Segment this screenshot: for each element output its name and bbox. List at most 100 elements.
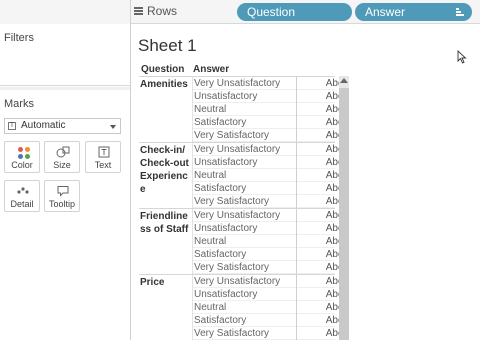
size-button-label: Size <box>53 160 71 170</box>
cell-divider <box>296 275 297 288</box>
cell-divider <box>296 222 297 235</box>
row-header[interactable]: Amenities <box>140 78 192 91</box>
row-header[interactable]: Check-in/Check-out Experience <box>140 144 192 196</box>
question-pill[interactable]: Question <box>237 3 352 21</box>
row-header[interactable]: Friendliness of Staff <box>140 210 192 236</box>
cell-divider <box>296 235 297 248</box>
table-group-check-in: Check-in/Check-out Experience Very Unsat… <box>139 142 343 208</box>
answer-cell: Unsatisfactory <box>194 289 258 300</box>
rows-shelf-label: Rows <box>134 4 177 18</box>
filters-title: Filters <box>4 32 34 44</box>
answer-cell: Very Unsatisfactory <box>194 78 281 89</box>
mark-type-dropdown[interactable]: T Automatic <box>4 118 121 134</box>
cell-divider <box>296 301 297 314</box>
row-header[interactable]: Price <box>140 276 192 289</box>
rows-label-text: Rows <box>147 4 178 18</box>
detail-button[interactable]: Detail <box>4 180 40 212</box>
question-column-header[interactable]: Question <box>141 64 184 75</box>
table-row[interactable]: Very Satisfactory Abc <box>193 129 343 142</box>
size-button[interactable]: Size <box>44 141 80 173</box>
table-row[interactable]: Very Satisfactory Abc <box>193 195 343 208</box>
table-row[interactable]: Satisfactory Abc <box>193 182 343 195</box>
color-button[interactable]: Color <box>4 141 40 173</box>
table-row[interactable]: Unsatisfactory Abc <box>193 288 343 301</box>
cell-divider <box>296 261 297 274</box>
answer-cell: Satisfactory <box>194 315 247 326</box>
detail-button-label: Detail <box>10 199 34 209</box>
scrollbar-thumb[interactable] <box>339 88 349 340</box>
table-row[interactable]: Very Unsatisfactory Abc <box>193 275 343 288</box>
cell-divider <box>296 77 297 90</box>
mark-type-value: Automatic <box>21 120 66 131</box>
rows-icon <box>134 7 143 15</box>
table-row[interactable]: Neutral Abc <box>193 235 343 248</box>
marks-title: Marks <box>4 98 34 110</box>
cell-divider <box>296 116 297 129</box>
answer-cell: Unsatisfactory <box>194 91 258 102</box>
answer-column-header[interactable]: Answer <box>193 64 229 75</box>
sort-icon[interactable] <box>456 8 464 16</box>
table-group-price: Price Very Unsatisfactory Abc Unsatisfact… <box>139 274 343 340</box>
answer-cell: Satisfactory <box>194 117 247 128</box>
answer-cell: Very Unsatisfactory <box>194 276 281 287</box>
answer-cell: Very Satisfactory <box>194 196 270 207</box>
table-group-amenities: Amenities Very Unsatisfactory Abc Unsatis… <box>139 76 343 142</box>
tooltip-button-label: Tooltip <box>48 199 75 209</box>
mouse-cursor-icon <box>457 50 467 64</box>
cell-divider <box>296 209 297 222</box>
sheet-title[interactable]: Sheet 1 <box>138 36 197 56</box>
table-row[interactable]: Satisfactory Abc <box>193 116 343 129</box>
size-icon <box>56 146 70 158</box>
text-icon <box>98 146 110 158</box>
cell-divider <box>296 195 297 208</box>
cell-divider <box>296 327 297 340</box>
filters-card[interactable]: Filters <box>0 24 130 86</box>
answer-pill-label: Answer <box>365 5 406 19</box>
answer-pill[interactable]: Answer <box>355 3 472 21</box>
answer-cell: Very Unsatisfactory <box>194 144 281 155</box>
table-row[interactable]: Very Unsatisfactory Abc <box>193 209 343 222</box>
table-row[interactable]: Very Satisfactory Abc <box>193 261 343 274</box>
table-row[interactable]: Neutral Abc <box>193 169 343 182</box>
answer-cell: Very Satisfactory <box>194 262 270 273</box>
answer-cell: Very Satisfactory <box>194 328 270 339</box>
table-row[interactable]: Satisfactory Abc <box>193 314 343 327</box>
tooltip-button[interactable]: Tooltip <box>44 180 80 212</box>
vertical-scrollbar[interactable] <box>339 76 349 340</box>
answer-cell: Very Satisfactory <box>194 130 270 141</box>
table-group-friendliness: Friendliness of Staff Very Unsatisfactor… <box>139 208 343 274</box>
table-row[interactable]: Unsatisfactory Abc <box>193 90 343 103</box>
table-row[interactable]: Very Unsatisfactory Abc <box>193 143 343 156</box>
answer-cell: Neutral <box>194 104 227 115</box>
table-row[interactable]: Unsatisfactory Abc <box>193 222 343 235</box>
cell-divider <box>296 248 297 261</box>
answer-cell: Satisfactory <box>194 249 247 260</box>
cell-divider <box>296 90 297 103</box>
mark-type-icon: T <box>8 122 16 130</box>
table-row[interactable]: Very Unsatisfactory Abc <box>193 77 343 90</box>
text-button-label: Text <box>94 160 112 170</box>
answer-cell: Unsatisfactory <box>194 157 258 168</box>
table-row[interactable]: Neutral Abc <box>193 103 343 116</box>
cell-divider <box>296 143 297 156</box>
cell-divider <box>296 103 297 116</box>
table-row[interactable]: Neutral Abc <box>193 301 343 314</box>
text-button[interactable]: Text <box>85 141 121 173</box>
table-row[interactable]: Very Satisfactory Abc <box>193 327 343 340</box>
tooltip-icon <box>57 186 69 197</box>
answer-cell: Unsatisfactory <box>194 223 258 234</box>
sheet-view: Sheet 1 Question Answer Amenities Very U… <box>131 24 480 340</box>
cell-divider <box>296 314 297 327</box>
detail-icon <box>17 187 29 194</box>
chevron-down-icon <box>110 125 116 129</box>
question-pill-label: Question <box>247 5 296 19</box>
cell-divider <box>296 129 297 142</box>
shelf-left-blank <box>0 0 131 24</box>
cell-divider <box>296 156 297 169</box>
table-row[interactable]: Satisfactory Abc <box>193 248 343 261</box>
table-row[interactable]: Unsatisfactory Abc <box>193 156 343 169</box>
cell-divider <box>296 182 297 195</box>
panel-divider <box>0 87 130 90</box>
scroll-up-arrow-icon[interactable] <box>340 78 348 83</box>
cell-divider <box>296 169 297 182</box>
